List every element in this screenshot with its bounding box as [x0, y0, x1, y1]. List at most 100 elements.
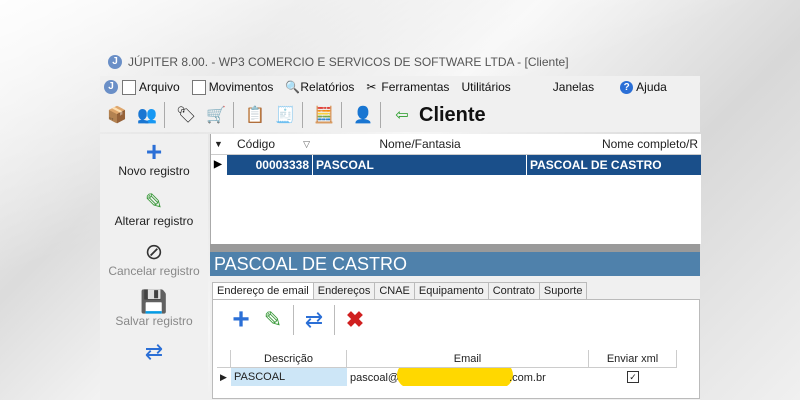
sort-down-icon[interactable]: ▼: [211, 139, 227, 149]
pencil-icon: ✎: [263, 307, 283, 332]
toolbar-separator: [233, 102, 234, 128]
email-prefix: pascoal@: [350, 371, 400, 384]
cell-nome[interactable]: PASCOAL DE CASTRO: [527, 155, 701, 175]
column-header-enviar-xml[interactable]: Enviar xml: [589, 350, 677, 368]
app-window: J JÚPITER 8.00. - WP3 COMERCIO E SERVICO…: [100, 48, 701, 400]
tab-equipamento[interactable]: Equipamento: [413, 282, 489, 299]
toolbar-title: Cliente: [419, 103, 486, 126]
tab-suporte[interactable]: Suporte: [538, 282, 588, 299]
app-logo-icon: J: [108, 55, 122, 69]
column-header-descricao[interactable]: Descrição: [231, 350, 347, 368]
toolbar-separator: [341, 102, 342, 128]
menu-relatorios-label: Relatórios: [300, 80, 355, 94]
edit-record-label: Alterar registro: [114, 214, 194, 228]
report-icon[interactable]: 📋: [242, 102, 268, 128]
table-row[interactable]: ▶ PASCOAL pascoal@ .com.br ✓: [217, 368, 697, 386]
plus-icon: +: [145, 136, 163, 167]
tab-cnae[interactable]: CNAE: [374, 282, 415, 299]
menu-ferramentas-label: Ferramentas: [381, 80, 450, 94]
delete-x-icon: ✖: [345, 307, 365, 332]
menu-janelas-label: Janelas: [552, 80, 595, 94]
toolbar-separator: [302, 102, 303, 128]
enviar-xml-checkbox[interactable]: ✓: [627, 371, 639, 383]
menu-janelas[interactable]: Janelas: [553, 80, 594, 94]
splitter[interactable]: [210, 244, 700, 252]
calculator-icon[interactable]: 🧮: [311, 102, 337, 128]
menu-movimentos[interactable]: Movimentos: [191, 79, 274, 95]
tab-endereco-email[interactable]: Endereço de email: [212, 282, 314, 299]
menu-movimentos-label: Movimentos: [208, 80, 274, 94]
client-grid: ▼ Código ▽ Nome/Fantasia Nome completo/R…: [210, 134, 701, 244]
email-tab-content: + ✎ ⇄ ✖ Descrição Email Enviar xml ▶ PAS…: [212, 299, 700, 399]
menu-arquivo-label: Arquivo: [139, 80, 180, 94]
refresh-email-button[interactable]: ⇄: [298, 305, 330, 335]
refresh-icon: ⇄: [144, 339, 164, 364]
detail-panel: PASCOAL DE CASTRO Endereço de email Ende…: [210, 252, 700, 400]
detail-title: PASCOAL DE CASTRO: [210, 252, 700, 276]
app-menu-icon[interactable]: J: [104, 80, 118, 94]
cell-codigo[interactable]: 00003338: [227, 155, 313, 175]
invoice-icon[interactable]: 🧾: [272, 102, 298, 128]
save-record-label: Salvar registro: [115, 314, 193, 328]
document-icon: [122, 79, 136, 95]
detail-tabs: Endereço de email Endereços CNAE Equipam…: [212, 282, 700, 299]
document-icon: [191, 79, 206, 95]
column-header-email[interactable]: Email: [347, 350, 589, 368]
menu-ajuda[interactable]: ? Ajuda: [620, 80, 667, 94]
toolbar-separator: [380, 102, 381, 128]
add-email-button[interactable]: +: [225, 303, 257, 336]
help-icon: ?: [620, 80, 634, 94]
print-preview-icon: 🔍: [285, 79, 301, 94]
column-header-fantasia[interactable]: Nome/Fantasia: [313, 137, 527, 151]
users-icon[interactable]: 👥: [134, 102, 160, 128]
cancel-icon: ⊘: [144, 239, 164, 264]
refresh-button[interactable]: ⇄: [100, 340, 208, 384]
delete-email-button[interactable]: ✖: [339, 305, 371, 335]
floppy-disk-icon: 💾: [140, 289, 168, 314]
cart-icon[interactable]: 🛒: [203, 102, 229, 128]
tag-icon[interactable]: 🏷: [173, 102, 199, 128]
plus-icon: +: [232, 303, 250, 336]
filter-icon[interactable]: ▽: [285, 139, 313, 150]
new-record-button[interactable]: + Novo registro: [100, 136, 208, 184]
email-toolbar: + ✎ ⇄ ✖: [213, 300, 699, 340]
menu-bar: J Arquivo Movimentos 🔍 Relatórios ✂ Ferr…: [100, 76, 700, 98]
save-record-button[interactable]: 💾 Salvar registro: [100, 290, 208, 334]
email-grid: Descrição Email Enviar xml ▶ PASCOAL pas…: [217, 350, 697, 396]
table-row[interactable]: ▶ 00003338 PASCOAL PASCOAL DE CASTRO: [211, 155, 701, 175]
menu-utilitarios-label: Utilitários: [461, 80, 511, 94]
refresh-icon: ⇄: [304, 307, 324, 332]
title-bar: J JÚPITER 8.00. - WP3 COMERCIO E SERVICO…: [100, 48, 700, 76]
toolbar-separator: [334, 305, 335, 335]
menu-ferramentas[interactable]: ✂ Ferramentas: [366, 80, 449, 94]
menu-utilitarios[interactable]: Utilitários: [461, 80, 510, 94]
menu-arquivo[interactable]: Arquivo: [122, 79, 180, 95]
cell-enviar-xml[interactable]: ✓: [589, 371, 677, 383]
row-indicator-icon: ▶: [220, 371, 227, 382]
toolbar-separator: [293, 305, 294, 335]
menu-relatorios[interactable]: 🔍 Relatórios: [285, 80, 354, 94]
exit-door-icon[interactable]: ⇦: [389, 102, 415, 128]
email-grid-header: Descrição Email Enviar xml: [217, 350, 697, 368]
cancel-record-label: Cancelar registro: [108, 264, 200, 278]
edit-email-button[interactable]: ✎: [257, 305, 289, 335]
box-icon[interactable]: 📦: [104, 102, 130, 128]
column-header-nome[interactable]: Nome completo/R: [527, 137, 701, 151]
edit-record-button[interactable]: ✎ Alterar registro: [100, 190, 208, 234]
row-indicator-icon: ▶: [211, 155, 227, 175]
cell-email[interactable]: pascoal@ .com.br: [347, 368, 589, 386]
email-grid-corner: [217, 350, 231, 368]
window-title: JÚPITER 8.00. - WP3 COMERCIO E SERVICOS …: [128, 55, 569, 69]
tab-contrato[interactable]: Contrato: [487, 282, 540, 299]
user-icon[interactable]: 👤: [350, 102, 376, 128]
email-suffix: .com.br: [509, 371, 546, 384]
pencil-icon: ✎: [144, 189, 164, 214]
cell-descricao[interactable]: PASCOAL: [231, 368, 347, 386]
tab-enderecos[interactable]: Endereços: [312, 282, 376, 299]
column-header-codigo[interactable]: Código: [227, 137, 285, 151]
new-record-label: Novo registro: [118, 164, 190, 178]
cancel-record-button[interactable]: ⊘ Cancelar registro: [100, 240, 208, 284]
cell-fantasia[interactable]: PASCOAL: [313, 155, 527, 175]
left-action-panel: + Novo registro ✎ Alterar registro ⊘ Can…: [100, 134, 208, 400]
main-toolbar: 📦 👥 🏷 🛒 📋 🧾 🧮 👤 ⇦ Cliente: [100, 98, 700, 132]
